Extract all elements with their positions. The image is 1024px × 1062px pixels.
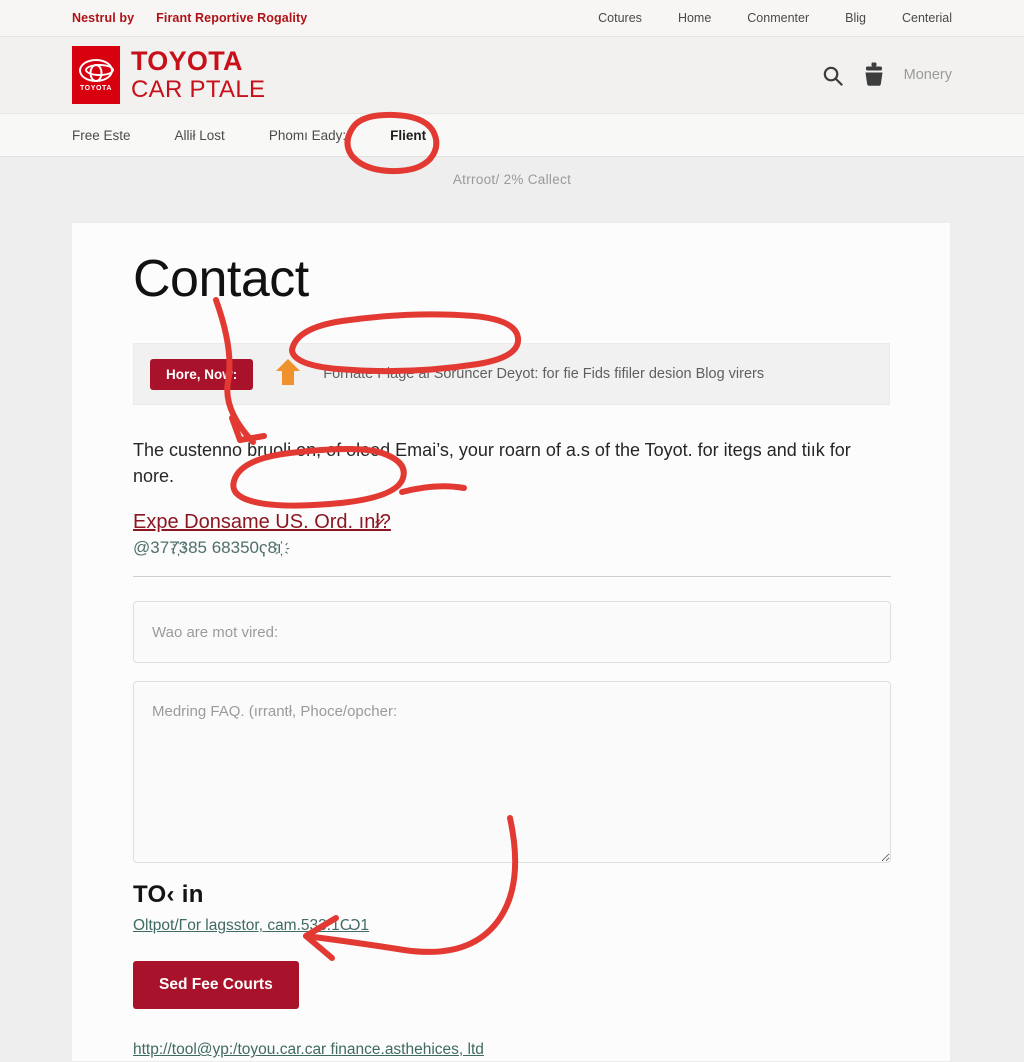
top-nav-item-4[interactable]: Centerial [902,11,952,25]
nav-tab-flient[interactable]: Flient [390,128,426,143]
section-title: TO‹ in [133,881,204,909]
top-nav-links: Cotures Home Conmenter Blig Centerial [598,11,952,25]
top-nav-item-1[interactable]: Home [678,11,711,25]
section-link[interactable]: Oltpot/Γor lagsstor, cam.533.1Ѡ1 [133,917,369,935]
top-utility-bar: Nestrul by Firant Reportive Rogality Cot… [0,0,1024,37]
nav-tab-allil-lost[interactable]: Allił Lost [175,128,225,143]
footer-link[interactable]: http://tool@yp:/toyou.car.car finance.as… [133,1041,484,1058]
nav-tab-free-este[interactable]: Free Este [72,128,131,143]
nav-tab-phomi-eady[interactable]: Phomı Eady: [269,128,346,143]
phone-number: @377҉385 68350ҁ8ı҉ [133,538,282,558]
brand-wordmark: TOYOTA CAR PTALE [131,48,265,102]
site-masthead: TOYOTA TOYOTA CAR PTALE Monery [0,37,1024,113]
breadcrumb-text: Atrroot/ 2% Callect [452,171,572,187]
alert-banner: Hore, Now: Fornate Plage al Soruncer Dey… [133,343,890,405]
page-title: Contact [133,250,309,308]
primary-nav: Free Este Allił Lost Phomı Eady: Flient [0,113,1024,157]
logo-badge-text: TOYOTA [79,84,113,92]
submit-button[interactable]: Sed Fee Courts [133,961,299,1010]
content-card: Contact Hore, Now: Fornate Plage al Soru… [71,222,951,1062]
top-promo-group: Nestrul by Firant Reportive Rogality [72,11,307,25]
name-input[interactable] [133,601,891,664]
alert-message: Fornate Plage al Soruncer Deyot: for fie… [323,366,765,382]
brand-line-1: TOYOTA [131,46,243,76]
top-nav-item-0[interactable]: Cotures [598,11,642,25]
up-arrow-icon [275,357,301,392]
masthead-actions: Monery [821,62,952,88]
search-icon[interactable] [821,64,844,87]
top-promo-right: Firant Reportive Rogality [156,11,308,25]
breadcrumb: Atrroot/ 2% Callect [0,157,1024,201]
section-divider [133,576,891,578]
toyota-emblem-icon: TOYOTA [72,46,120,104]
toyota-oval-glyph [79,58,113,82]
top-promo-left: Nestrul by [72,11,135,25]
alert-pill-button[interactable]: Hore, Now: [150,358,254,390]
cart-icon[interactable] [862,62,886,88]
top-nav-item-2[interactable]: Conmenter [747,11,809,25]
brand-logo[interactable]: TOYOTA TOYOTA CAR PTALE [72,46,265,104]
message-textarea[interactable] [133,681,891,864]
top-nav-item-3[interactable]: Blig [845,11,866,25]
lead-paragraph: The custenno bruoli on, of oleed Emai’s,… [133,440,851,487]
brand-line-2: CAR PTALE [131,76,266,103]
account-label[interactable]: Monery [904,67,952,83]
request-info-link[interactable]: Expe Donѕame US. Ord. ınł̷? [133,511,391,534]
